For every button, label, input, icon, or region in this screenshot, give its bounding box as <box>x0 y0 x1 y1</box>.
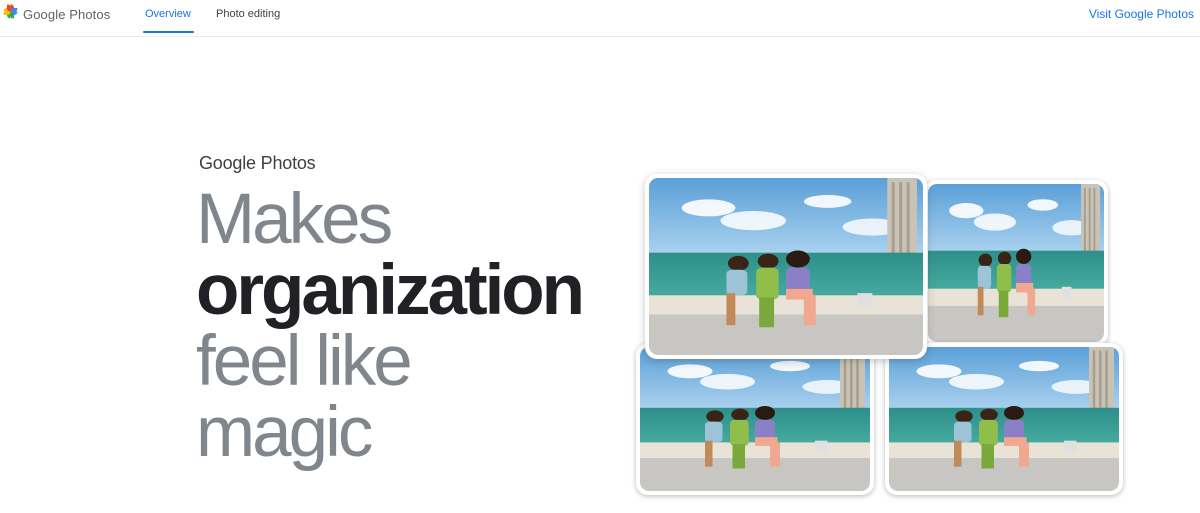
photo-image <box>928 184 1104 342</box>
photo-image <box>889 347 1119 491</box>
photo-top-right[interactable] <box>924 180 1108 346</box>
hero-headline: Makes organization feel like magic <box>196 180 585 472</box>
active-tab-indicator <box>143 31 194 33</box>
tab-photo-editing-label: Photo editing <box>216 8 281 20</box>
tab-overview-label: Overview <box>145 8 191 20</box>
photo-main[interactable] <box>645 174 927 359</box>
top-navigation-bar: Google Photos Overview Photo editing Vis… <box>0 0 1200 37</box>
headline-line-3: feel like <box>196 322 413 401</box>
photo-image <box>640 347 870 491</box>
photo-bottom-left[interactable] <box>636 343 874 495</box>
brand-logo-link[interactable]: Google Photos <box>2 4 110 24</box>
hero-brand-wordmark: Google Photos <box>199 153 316 173</box>
headline-line-1: Makes <box>196 180 393 259</box>
photo-bottom-right[interactable] <box>885 343 1123 495</box>
headline-line-4: magic <box>196 393 373 472</box>
headline-line-2: organization <box>196 251 585 330</box>
tab-overview[interactable]: Overview <box>143 7 194 33</box>
brand-name: Google Photos <box>23 6 111 22</box>
google-photos-pinwheel-icon <box>2 3 19 25</box>
tab-photo-editing[interactable]: Photo editing <box>214 7 282 27</box>
visit-google-photos-link[interactable]: Visit Google Photos <box>1089 7 1194 21</box>
photo-image <box>649 178 923 355</box>
